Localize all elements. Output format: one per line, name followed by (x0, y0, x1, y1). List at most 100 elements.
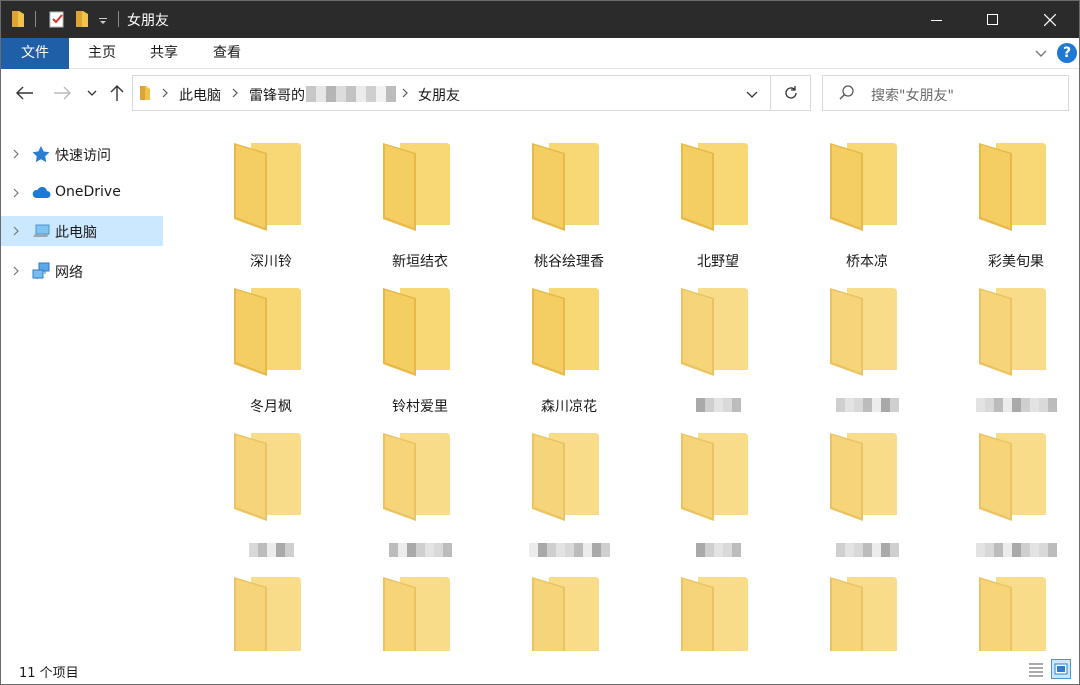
redacted-folder-name (248, 543, 294, 557)
breadcrumb-separator-icon (161, 87, 169, 103)
chevron-right-icon (13, 188, 19, 198)
tab-home[interactable]: 主页 (76, 38, 128, 69)
folder-item[interactable] (938, 286, 1058, 426)
customize-qa-dropdown-icon[interactable] (98, 9, 108, 29)
status-bar: 11 个项目 (1, 651, 1079, 684)
nav-label: OneDrive (55, 184, 121, 200)
folder-item[interactable] (491, 431, 611, 571)
nav-item-quick-access[interactable]: 快速访问 (1, 139, 163, 169)
folder-item[interactable]: 彩美旬果 (938, 141, 1058, 281)
redacted-folder-name (695, 398, 741, 412)
folder-item[interactable] (789, 575, 909, 651)
folder-name: 彩美旬果 (988, 254, 1044, 270)
folder-item[interactable] (491, 575, 611, 651)
folder-name: 桥本凉 (846, 254, 888, 270)
search-box[interactable]: 搜索"女朋友" (822, 75, 1069, 111)
folder-name: 深川铃 (250, 254, 292, 270)
breadcrumb-drive[interactable]: 雷锋哥的 (249, 85, 305, 105)
back-button[interactable] (13, 81, 37, 105)
folder-item[interactable]: 桥本凉 (789, 141, 909, 281)
properties-icon[interactable] (49, 9, 65, 29)
tab-file[interactable]: 文件 (1, 38, 69, 69)
nav-item-onedrive[interactable]: OneDrive (1, 178, 163, 208)
folder-icon (383, 288, 450, 376)
breadcrumb-this-pc[interactable]: 此电脑 (179, 85, 221, 105)
redacted-folder-name (695, 543, 741, 557)
folder-item[interactable] (342, 431, 462, 571)
refresh-icon (784, 86, 797, 99)
folder-item[interactable] (640, 431, 760, 571)
redacted-folder-name (975, 543, 1057, 557)
folder-icon (234, 143, 301, 231)
folder-item[interactable] (193, 575, 313, 651)
tab-view[interactable]: 查看 (201, 38, 253, 69)
folder-item[interactable]: 铃村爱里 (342, 286, 462, 426)
file-explorer-window: 女朋友 文件 主页 共享 查看 ? 此电脑 雷锋哥的 女朋友 搜索"女朋友" 快… (0, 0, 1080, 685)
folder-icon (830, 433, 897, 521)
folder-icon (383, 143, 450, 231)
maximize-button[interactable] (964, 1, 1022, 38)
new-folder-icon[interactable] (75, 9, 89, 29)
folder-icon (830, 143, 897, 231)
search-placeholder: 搜索"女朋友" (871, 88, 954, 104)
chevron-right-icon (13, 266, 19, 276)
folder-item[interactable] (938, 431, 1058, 571)
folder-icon (979, 433, 1046, 521)
folder-item[interactable] (193, 431, 313, 571)
window-title: 女朋友 (127, 13, 169, 29)
title-bar: 女朋友 (1, 1, 1079, 38)
nav-item-this-pc[interactable]: 此电脑 (1, 216, 163, 246)
redacted-folder-name (975, 398, 1057, 412)
folder-item[interactable]: 新垣结衣 (342, 141, 462, 281)
chevron-down-icon (87, 90, 97, 96)
computer-icon (33, 224, 50, 237)
details-view-button[interactable] (1026, 659, 1046, 679)
folder-name: 冬月枫 (250, 399, 292, 415)
folder-item[interactable]: 北野望 (640, 141, 760, 281)
star-icon (32, 146, 50, 163)
folder-content-view: 深川铃 新垣结衣 桃谷绘理香 北野望 桥本凉 彩美旬果冬月枫 铃村爱里 森川凉花 (166, 119, 1079, 651)
folder-item[interactable]: 深川铃 (193, 141, 313, 281)
breadcrumb-current-folder[interactable]: 女朋友 (418, 85, 460, 105)
minimize-icon (931, 19, 942, 21)
recent-locations-button[interactable] (80, 81, 104, 105)
close-button[interactable] (1021, 1, 1079, 38)
folder-item[interactable] (342, 575, 462, 651)
redacted-folder-name (528, 543, 610, 557)
title-separator (118, 11, 119, 27)
folder-item[interactable] (640, 286, 760, 426)
address-dropdown-icon[interactable] (746, 88, 758, 104)
title-separator (35, 11, 36, 27)
folder-item[interactable]: 冬月枫 (193, 286, 313, 426)
folder-icon (830, 577, 897, 651)
chevron-right-icon (13, 149, 19, 159)
folder-icon (383, 577, 450, 651)
details-view-icon (1029, 663, 1043, 677)
redacted-folder-name (835, 543, 899, 557)
refresh-button[interactable] (771, 75, 811, 111)
folder-item[interactable]: 森川凉花 (491, 286, 611, 426)
folder-item[interactable] (938, 575, 1058, 651)
forward-button[interactable] (50, 81, 74, 105)
nav-label: 快速访问 (55, 148, 111, 164)
nav-item-network[interactable]: 网络 (1, 256, 163, 286)
address-bar[interactable]: 此电脑 雷锋哥的 女朋友 (132, 75, 771, 111)
folder-icon (139, 85, 151, 105)
folder-item[interactable]: 桃谷绘理香 (491, 141, 611, 281)
quick-access-folder-icon[interactable] (11, 9, 25, 29)
help-icon[interactable]: ? (1057, 43, 1077, 63)
folder-icon (979, 577, 1046, 651)
folder-name: 铃村爱里 (392, 399, 448, 415)
folder-item[interactable] (789, 431, 909, 571)
close-icon (1044, 13, 1056, 26)
minimize-button[interactable] (908, 1, 966, 38)
folder-icon (532, 288, 599, 376)
navigation-pane: 快速访问 OneDrive 此电脑 网络 (1, 119, 166, 651)
folder-icon (234, 288, 301, 376)
expand-ribbon-icon[interactable] (1034, 46, 1048, 64)
large-icons-view-button[interactable] (1051, 659, 1071, 679)
folder-item[interactable] (789, 286, 909, 426)
folder-item[interactable] (640, 575, 760, 651)
tab-share[interactable]: 共享 (138, 38, 190, 69)
up-button[interactable] (105, 81, 129, 105)
